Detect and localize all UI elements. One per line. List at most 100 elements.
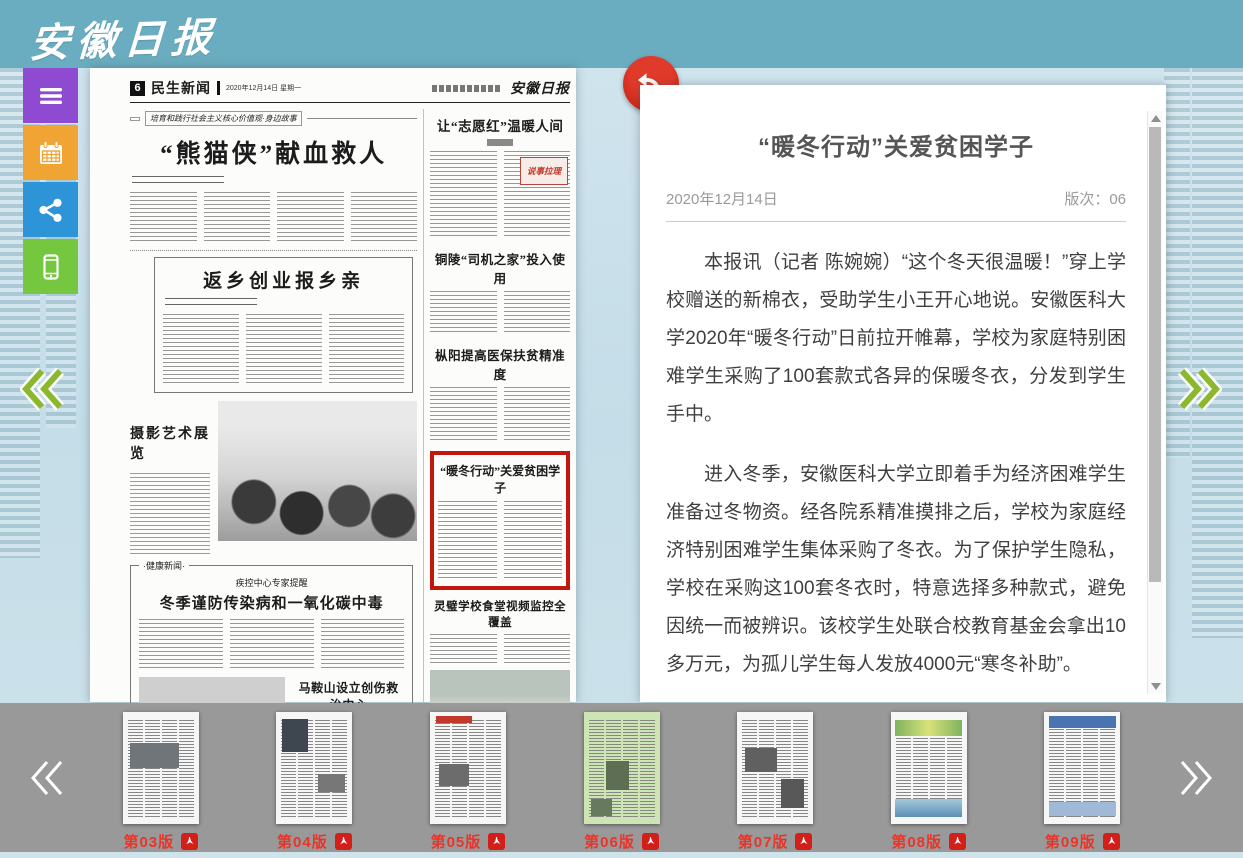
page-thumbnail-08[interactable]: 第08版 bbox=[852, 703, 1006, 852]
newsprint-text-block bbox=[163, 314, 404, 386]
byline-block bbox=[165, 298, 257, 310]
menu-icon bbox=[36, 81, 66, 111]
pdf-icon[interactable] bbox=[642, 833, 659, 850]
scroll-down-arrow-icon[interactable] bbox=[1151, 683, 1161, 690]
page-thumb-label[interactable]: 第07版 bbox=[738, 831, 789, 852]
page-thumbnail-03[interactable]: 第03版 bbox=[84, 703, 238, 852]
headline-volunteer[interactable]: 让“志愿红”温暖人间 bbox=[430, 115, 570, 135]
article-paragraph: 进入冬季，安徽医科大学立即着手为经济困难学生准备过冬物资。经各院系精准摸排之后，… bbox=[666, 456, 1126, 684]
calendar-button[interactable] bbox=[23, 125, 78, 180]
article-scrollbar[interactable] bbox=[1147, 111, 1163, 694]
scrollbar-thumb[interactable] bbox=[1149, 127, 1161, 582]
series-banner: 培育和践行社会主义核心价值观·身边故事 bbox=[130, 111, 417, 126]
tool-sidebar bbox=[23, 68, 78, 296]
thumbnail-image[interactable] bbox=[123, 712, 199, 824]
article-edition: 版次：06 bbox=[1064, 188, 1126, 209]
article-title: “暖冬行动”关爱贫困学子 bbox=[666, 127, 1126, 162]
newsprint-text-block bbox=[430, 291, 570, 335]
masthead: 安徽日报 bbox=[432, 78, 570, 98]
pdf-icon[interactable] bbox=[488, 833, 505, 850]
pdf-icon[interactable] bbox=[949, 833, 966, 850]
byline-block bbox=[132, 176, 224, 188]
share-button[interactable] bbox=[23, 182, 78, 237]
thumbnail-bar: 第03版 第04版 第05版 第06版 第07版 第08版 第09版 bbox=[0, 703, 1243, 852]
thumbnail-image-active[interactable] bbox=[584, 712, 660, 824]
newsprint-text-block bbox=[430, 634, 570, 664]
newspaper-page-header: 6 民生新闻 2020年12月14日 星期一 安徽日报 bbox=[130, 78, 570, 103]
masthead-fineprint bbox=[432, 85, 502, 92]
page-thumb-label[interactable]: 第05版 bbox=[431, 831, 482, 852]
epaper-app: 安徽日报 bbox=[0, 0, 1243, 858]
thumbnail-image[interactable] bbox=[891, 712, 967, 824]
page-thumbnail-06-current[interactable]: 第06版 bbox=[545, 703, 699, 852]
menu-button[interactable] bbox=[23, 68, 78, 123]
scroll-up-arrow-icon[interactable] bbox=[1151, 115, 1161, 122]
article-date: 2020年12月14日 bbox=[666, 188, 778, 209]
pdf-icon[interactable] bbox=[795, 833, 812, 850]
photo-caption-column: 摄影艺术展览 bbox=[130, 401, 210, 557]
thumbnail-image[interactable] bbox=[737, 712, 813, 824]
banner-flag-icon bbox=[130, 117, 140, 121]
health-section-label: ·健康新闻· bbox=[139, 559, 189, 572]
paper-name: 安徽日报 bbox=[510, 78, 570, 98]
page-thumbnail-07[interactable]: 第07版 bbox=[698, 703, 852, 852]
page-thumb-label[interactable]: 第03版 bbox=[123, 831, 174, 852]
page-thumb-label[interactable]: 第04版 bbox=[277, 831, 328, 852]
thumbs-prev-arrow[interactable] bbox=[12, 703, 84, 852]
divider bbox=[666, 221, 1126, 222]
photo-exhibit-story[interactable]: 摄影艺术展览 bbox=[130, 401, 417, 557]
share-icon bbox=[36, 195, 66, 225]
page-thumbnail-04[interactable]: 第04版 bbox=[238, 703, 392, 852]
newsprint-text-block bbox=[130, 192, 417, 242]
mobile-button[interactable] bbox=[23, 239, 78, 294]
double-chevron-right-icon bbox=[1174, 366, 1222, 412]
headline-lingbi[interactable]: 灵璧学校食堂视频监控全覆盖 bbox=[430, 598, 570, 630]
page-thumbnail-05[interactable]: 第05版 bbox=[391, 703, 545, 852]
article-meta: 2020年12月14日 版次：06 bbox=[666, 188, 1126, 209]
column-badge: 说事拉理 bbox=[520, 157, 568, 185]
double-chevron-right-icon bbox=[1175, 756, 1215, 800]
calendar-icon bbox=[36, 138, 66, 168]
headline-blood-donor[interactable]: “熊猫侠”献血救人 bbox=[130, 134, 417, 170]
author-mark bbox=[487, 139, 513, 146]
page-thumb-label[interactable]: 第09版 bbox=[1045, 831, 1096, 852]
prev-page-arrow[interactable] bbox=[20, 366, 68, 412]
headline-tongling[interactable]: 铜陵“司机之家”投入使用 bbox=[430, 249, 570, 287]
section-title: 民生新闻 bbox=[151, 78, 211, 98]
page-thumb-label[interactable]: 第08版 bbox=[891, 831, 942, 852]
headline-winter-disease[interactable]: 冬季谨防传染病和一氧化碳中毒 bbox=[139, 592, 404, 613]
thumbnail-image[interactable] bbox=[1044, 712, 1120, 824]
background-building bbox=[1192, 0, 1243, 638]
page-thumbnail-09[interactable]: 第09版 bbox=[1005, 703, 1159, 852]
thumbs-next-arrow[interactable] bbox=[1159, 703, 1231, 852]
divider bbox=[217, 81, 220, 95]
thumbnail-image[interactable] bbox=[430, 712, 506, 824]
pdf-icon[interactable] bbox=[335, 833, 352, 850]
headline-warm-winter[interactable]: “暖冬行动”关爱贫困学子 bbox=[438, 462, 562, 496]
story-return-home[interactable]: 返乡创业报乡亲 bbox=[154, 257, 413, 393]
headline-photo-exhibit[interactable]: 摄影艺术展览 bbox=[130, 423, 210, 463]
highlighted-article-box[interactable]: “暖冬行动”关爱贫困学子 bbox=[430, 451, 570, 590]
top-banner: 安徽日报 bbox=[0, 0, 1243, 68]
page-date: 2020年12月14日 星期一 bbox=[226, 83, 301, 93]
page-thumb-label[interactable]: 第06版 bbox=[584, 831, 635, 852]
pdf-icon[interactable] bbox=[181, 833, 198, 850]
pdf-icon[interactable] bbox=[1103, 833, 1120, 850]
newsprint-text-block bbox=[139, 619, 404, 671]
divider bbox=[130, 250, 417, 251]
double-chevron-left-icon bbox=[28, 756, 68, 800]
page-number: 6 bbox=[130, 81, 145, 96]
kicker-health: 疾控中心专家提醒 bbox=[139, 576, 404, 589]
double-chevron-left-icon bbox=[20, 366, 68, 412]
newsprint-text-block bbox=[430, 387, 570, 443]
headline-zongyang[interactable]: 枞阳提高医保扶贫精准度 bbox=[430, 345, 570, 383]
brand-logo: 安徽日报 bbox=[28, 5, 220, 70]
newspaper-photo-exhibition bbox=[218, 401, 417, 541]
newspaper-page[interactable]: 6 民生新闻 2020年12月14日 星期一 安徽日报 培育和践行社会主义核心价… bbox=[90, 68, 576, 702]
headline-return-home[interactable]: 返乡创业报乡亲 bbox=[163, 266, 404, 293]
series-banner-text: 培育和践行社会主义核心价值观·身边故事 bbox=[145, 111, 302, 126]
next-page-arrow[interactable] bbox=[1174, 366, 1222, 412]
newsprint-text-block bbox=[438, 501, 562, 581]
article-paragraph: 本报讯（记者 陈婉婉）“这个冬天很温暖！”穿上学校赠送的新棉衣，受助学生小王开心… bbox=[666, 244, 1126, 434]
thumbnail-image[interactable] bbox=[276, 712, 352, 824]
